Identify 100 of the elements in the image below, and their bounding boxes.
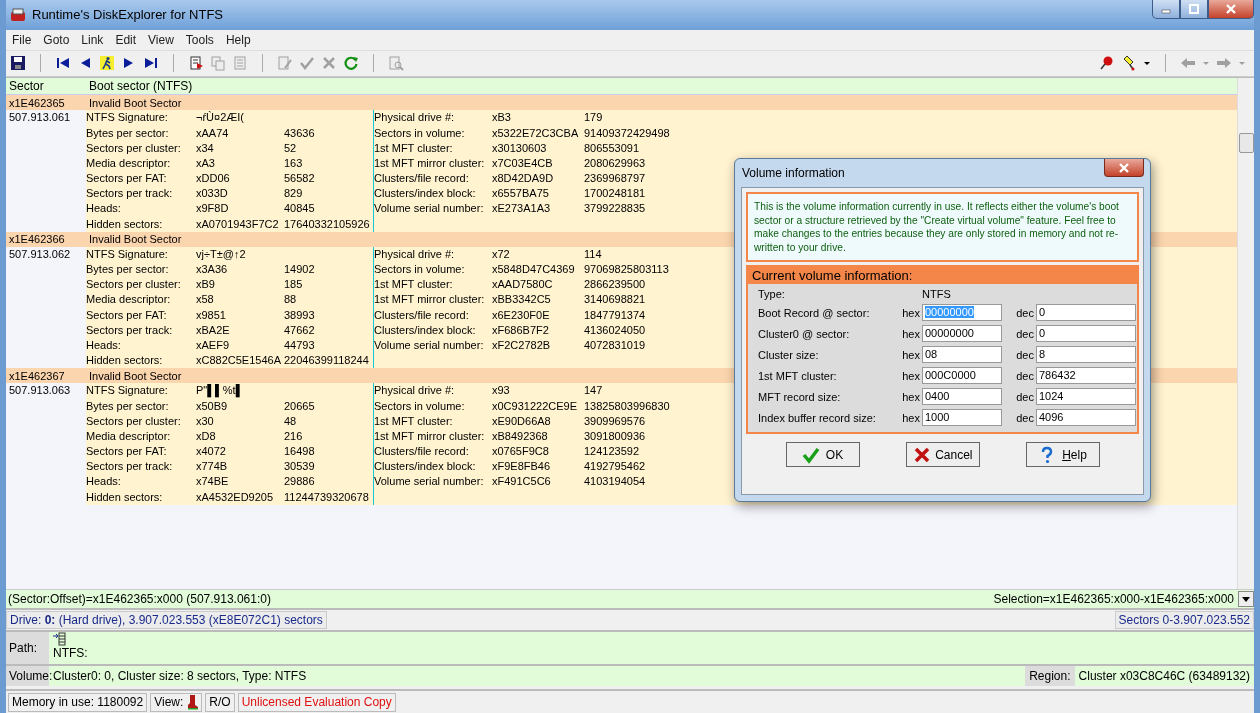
dec-field[interactable]: 4096 <box>1036 409 1136 426</box>
help-button[interactable]: Help <box>1025 442 1100 467</box>
dec-label: dec <box>1015 369 1034 382</box>
save-icon[interactable] <box>10 55 26 72</box>
hex-field[interactable]: 0400 <box>922 388 1002 405</box>
dec-field[interactable]: 0 <box>1036 304 1136 321</box>
dec-field[interactable]: 786432 <box>1036 367 1136 384</box>
hex-value: xE90D66A8 <box>492 413 551 429</box>
hex-value: P"▌▌%t▌ <box>196 383 244 399</box>
field-label: Clusters/file record: <box>374 444 469 460</box>
field-label: Clusters/index block: <box>374 186 476 202</box>
field-label: Cluster size: <box>758 348 820 361</box>
hex-field[interactable]: 00000000 <box>922 325 1002 342</box>
access-mode: R/O <box>205 692 235 712</box>
field-label: Volume serial number: <box>374 201 484 217</box>
sector-number: 507.913.061 <box>8 110 71 126</box>
dec-value: 4072831019 <box>584 338 646 353</box>
field-label: 1st MFT cluster: <box>374 140 453 156</box>
menu-item[interactable]: Goto <box>37 32 76 47</box>
hex-value: xAAD7580C <box>492 277 553 293</box>
sector-number: x1E462367 <box>8 369 65 382</box>
scrollbar[interactable] <box>1237 78 1254 589</box>
dec-field[interactable]: 8 <box>1036 346 1136 363</box>
hex-value: xA3 <box>196 155 215 171</box>
hex-field[interactable]: 000C0000 <box>922 367 1002 384</box>
field-label: Sectors per FAT: <box>86 444 167 460</box>
hex-value: xE273A1A3 <box>492 201 551 217</box>
dropdown-button[interactable] <box>1238 591 1254 607</box>
hex-value: xB8492368 <box>492 428 548 444</box>
hex-value: x72 <box>492 246 510 262</box>
field-label: Volume serial number: <box>374 338 484 353</box>
highlighter-icon[interactable] <box>1121 55 1137 72</box>
field-label: Hidden sectors: <box>86 216 163 232</box>
field-label: Clusters/index block: <box>374 459 476 475</box>
info-text: This is the volume information currently in use. It reflects either the volume's boot sector or a structure retrieved by the "Create virtual volume" feature. Feel free to make changes to the entries because they are only stored in memory and not re-written to your drive. <box>746 192 1139 262</box>
dec-label: dec <box>1015 306 1034 319</box>
dec-value: 179 <box>584 110 603 126</box>
field-label: Type: <box>758 288 786 300</box>
walking-figure-icon[interactable] <box>99 55 115 72</box>
hex-value: xAEF9 <box>196 338 229 353</box>
document-flag-icon[interactable] <box>188 55 204 72</box>
dec-value: 48 <box>284 413 297 429</box>
hex-value: xF9E8FB46 <box>492 459 551 475</box>
hex-value: vj÷T±@↑2 <box>196 246 246 262</box>
minimize-button[interactable] <box>1152 0 1180 19</box>
hex-value: x74BE <box>196 474 229 490</box>
field-label: NTFS Signature: <box>86 383 168 399</box>
dec-value: 147 <box>584 383 603 399</box>
field-label: Clusters/file record: <box>374 307 469 323</box>
hex-value: x58 <box>196 292 214 308</box>
field-label: 1st MFT mirror cluster: <box>374 428 485 444</box>
view-label: View: <box>154 695 184 709</box>
field-label: Volume serial number: <box>374 474 484 490</box>
field-label: Heads: <box>86 474 121 490</box>
field-label: Sectors per track: <box>86 186 173 202</box>
dec-label: dec <box>1015 348 1034 361</box>
field-label: Media descriptor: <box>86 428 171 444</box>
cancel-button[interactable]: Cancel <box>905 442 980 467</box>
menu-item[interactable]: Tools <box>179 32 220 47</box>
dec-field[interactable]: 0 <box>1036 325 1136 342</box>
menu-item[interactable]: Help <box>219 32 257 47</box>
pushpin-icon[interactable] <box>1099 55 1115 72</box>
ok-button[interactable]: OK <box>785 442 860 467</box>
hex-value: xD8 <box>196 428 216 444</box>
hex-field[interactable]: 08 <box>922 346 1002 363</box>
maximize-button[interactable] <box>1180 0 1208 19</box>
hex-value: x0765F9C8 <box>492 444 549 460</box>
hex-value: xA4532ED9205 <box>196 489 274 505</box>
menu-item[interactable]: File <box>6 32 38 47</box>
dec-field[interactable]: 1024 <box>1036 388 1136 405</box>
dec-value: 3091800936 <box>584 428 646 444</box>
menu-item[interactable]: View <box>142 32 180 47</box>
field-label: Cluster0 @ sector: <box>758 327 851 340</box>
field-label: MFT record size: <box>758 390 842 403</box>
dec-value: 2369968797 <box>584 171 646 187</box>
sector-number: 507.913.062 <box>8 246 71 262</box>
hex-value: x8D42DA9D <box>492 171 554 187</box>
dec-value: 2080629963 <box>584 155 646 171</box>
field-label: Bytes per sector: <box>86 262 169 278</box>
hex-field[interactable]: 1000 <box>922 409 1002 426</box>
field-label: Sectors per track: <box>86 322 173 338</box>
selection-readout: Selection=x1E462365:x000-x1E462365:x000 <box>993 592 1234 606</box>
app-icon <box>10 6 26 23</box>
menu-item[interactable]: Link <box>75 32 110 47</box>
window-title: Runtime's DiskExplorer for NTFS <box>32 7 224 23</box>
hex-value: x3A36 <box>196 262 228 278</box>
hex-label: hex <box>901 369 920 382</box>
cross-icon <box>912 445 930 464</box>
dec-value: 806553091 <box>584 140 640 156</box>
scroll-thumb[interactable] <box>1239 133 1254 154</box>
dec-value: 163 <box>284 155 303 171</box>
dec-value: 97069825803113 <box>584 262 669 278</box>
dec-value: 1847791374 <box>584 307 646 323</box>
dec-value: 52 <box>284 140 297 156</box>
dec-value: 829 <box>284 186 303 202</box>
menu-item[interactable]: Edit <box>109 32 143 47</box>
close-button[interactable] <box>1208 0 1254 19</box>
refresh-icon[interactable] <box>343 55 359 72</box>
hex-value: xB3 <box>492 110 511 126</box>
close-button[interactable] <box>1104 159 1144 177</box>
